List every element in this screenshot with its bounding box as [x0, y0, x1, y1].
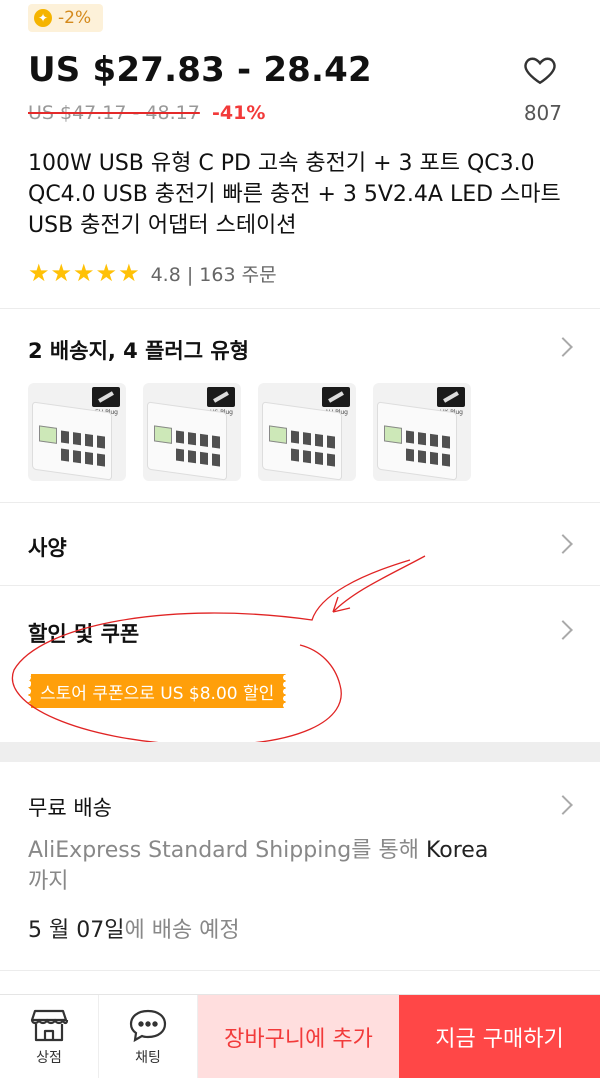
divider: [0, 970, 600, 971]
charger-image: [147, 401, 227, 481]
bottom-action-bar: 상점 채팅 장바구니에 추가 지금 구매하기: [0, 994, 600, 1078]
chat-label: 채팅: [135, 1049, 161, 1066]
divider: [0, 585, 600, 586]
chevron-right-icon[interactable]: [553, 795, 573, 815]
star-icon: ★: [95, 259, 117, 287]
buy-now-button[interactable]: 지금 구매하기: [399, 995, 600, 1078]
wishlist-button[interactable]: [518, 52, 562, 88]
star-icon: ★: [118, 259, 139, 287]
store-label: 상점: [36, 1049, 62, 1066]
star-icon: ★: [73, 259, 94, 287]
product-title: 100W USB 유형 C PD 고속 충전기 + 3 포트 QC3.0 QC4…: [28, 151, 561, 238]
chat-icon: [129, 1009, 167, 1042]
shipping-date: 5 월 07일에 배송 예정: [28, 918, 240, 943]
chat-button[interactable]: 채팅: [99, 995, 198, 1078]
store-button[interactable]: 상점: [0, 995, 99, 1078]
charger-image: [32, 401, 112, 481]
coupons-title[interactable]: 할인 및 쿠폰: [28, 618, 139, 648]
coin-discount-text: -2%: [58, 8, 92, 28]
charger-image: [262, 401, 342, 481]
variant-option[interactable]: EU Plug: [28, 383, 126, 481]
variant-option[interactable]: AU Plug: [258, 383, 356, 481]
shipping-title[interactable]: 무료 배송: [28, 792, 112, 822]
chevron-right-icon[interactable]: [553, 534, 573, 554]
divider: [0, 308, 600, 309]
orders-count: 163 주문: [199, 263, 277, 286]
add-to-cart-button[interactable]: 장바구니에 추가: [198, 995, 399, 1078]
section-gap: [0, 742, 600, 762]
plug-icon: [437, 387, 465, 407]
discount-percent: -41%: [212, 102, 266, 124]
original-price: US $47.17 - 48.17: [28, 102, 200, 124]
rating-value: 4.8 | 163 주문: [150, 263, 277, 286]
coin-icon: ✦: [34, 9, 52, 27]
plug-icon: [92, 387, 120, 407]
star-icon: ★: [50, 259, 72, 287]
heart-icon: [524, 57, 556, 85]
charger-image: [377, 401, 457, 481]
store-icon: [30, 1009, 69, 1041]
variant-thumbnails: EU Plug US Plug AU Plug UK Plug: [28, 383, 471, 481]
current-price: US $27.83 - 28.42: [28, 50, 372, 90]
plug-icon: [207, 387, 235, 407]
wishlist-count: 807: [523, 101, 562, 125]
variants-title[interactable]: 2 배송지, 4 플러그 유형: [28, 335, 249, 365]
chevron-right-icon[interactable]: [553, 620, 573, 640]
variant-option[interactable]: UK Plug: [373, 383, 471, 481]
specs-title[interactable]: 사양: [28, 532, 67, 562]
shipping-destination: Korea: [425, 838, 489, 863]
divider: [0, 502, 600, 503]
shipping-method: AliExpress Standard Shipping를 통해 Korea 까지: [28, 838, 489, 894]
rating-row[interactable]: ★ ★ ★ ★ ★ 4.8 | 163 주문: [28, 259, 277, 287]
rating-stars: ★ ★ ★ ★ ★: [28, 259, 140, 287]
store-coupon-tag[interactable]: 스토어 쿠폰으로 US $8.00 할인: [24, 674, 290, 708]
plug-icon: [322, 387, 350, 407]
chevron-right-icon[interactable]: [553, 337, 573, 357]
delivery-date: 5 월 07일: [28, 918, 125, 943]
star-icon: ★: [28, 259, 49, 287]
annotation-drawing: [11, 555, 426, 746]
variant-option[interactable]: US Plug: [143, 383, 241, 481]
coin-discount-badge: ✦ -2%: [28, 4, 104, 32]
